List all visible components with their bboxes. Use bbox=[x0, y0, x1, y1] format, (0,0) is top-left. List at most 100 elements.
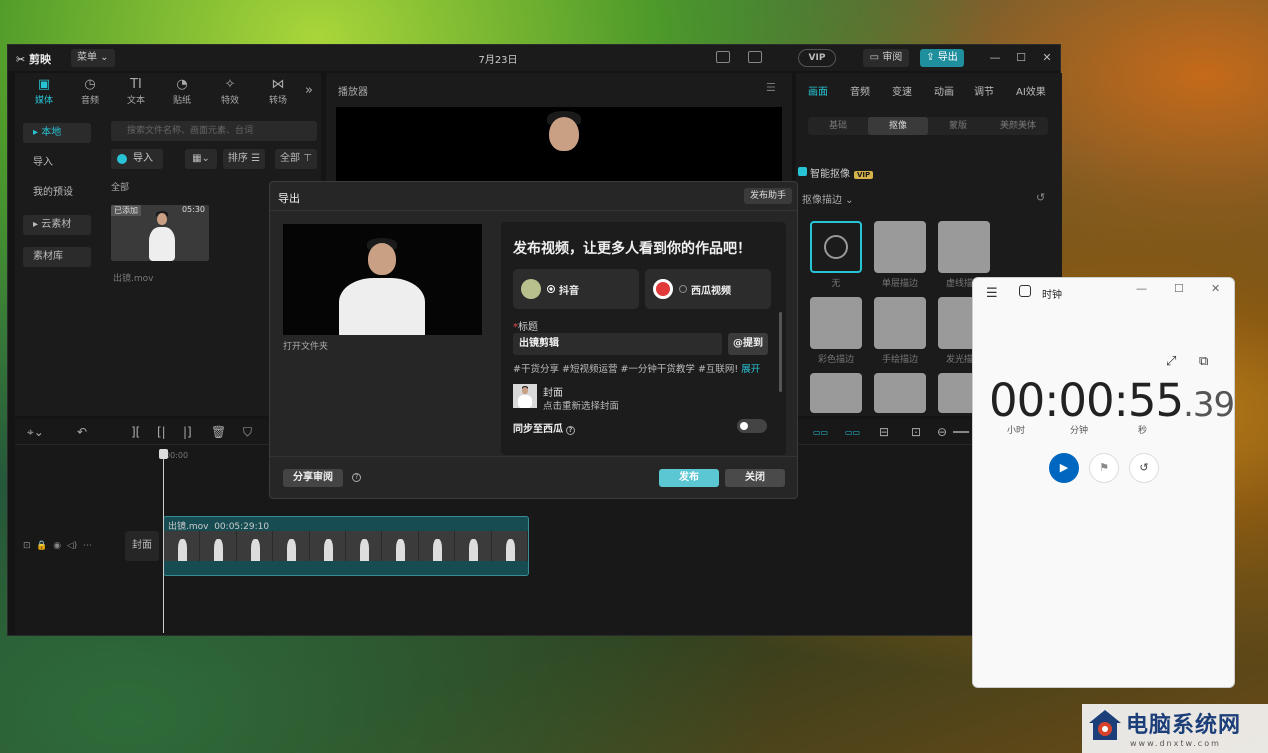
cutout-tile[interactable] bbox=[874, 373, 926, 413]
cutout-tile[interactable] bbox=[938, 221, 990, 273]
tab-picture[interactable]: 画面 bbox=[808, 83, 828, 98]
cover-thumbnail[interactable] bbox=[513, 384, 537, 408]
platform-xigua[interactable]: 西瓜视频 bbox=[645, 269, 771, 309]
zoom-out-icon[interactable]: ⊖ bbox=[937, 425, 947, 439]
side-item-import[interactable]: 导入 bbox=[23, 153, 91, 173]
sort-button[interactable]: 排序 ☰ bbox=[223, 149, 265, 169]
maximize-icon[interactable]: ☐ bbox=[1014, 51, 1028, 65]
help-icon[interactable]: ? bbox=[566, 426, 575, 435]
undo-icon[interactable]: ↶ bbox=[77, 425, 87, 439]
close-icon[interactable]: ✕ bbox=[1211, 282, 1220, 295]
title-label: *标题 bbox=[513, 322, 538, 333]
export-button[interactable]: ⇪ 导出 bbox=[920, 49, 964, 67]
more-tabs-icon[interactable]: » bbox=[305, 83, 313, 98]
side-item-presets[interactable]: 我的预设 bbox=[23, 183, 91, 203]
smart-cutout-checkbox[interactable]: 智能抠像 VIP bbox=[797, 165, 874, 180]
delete-icon[interactable]: 🗑 bbox=[211, 425, 226, 439]
maximize-icon[interactable]: ☐ bbox=[1174, 282, 1184, 295]
close-button[interactable]: 关闭 bbox=[725, 469, 785, 487]
cutout-tile[interactable] bbox=[810, 297, 862, 349]
lap-flag-button[interactable]: ⚑ bbox=[1089, 453, 1119, 483]
effect-icon: ✧ bbox=[224, 77, 236, 92]
tab-effect[interactable]: ✧ 特效 bbox=[207, 77, 253, 106]
expand-link[interactable]: 展开 bbox=[741, 364, 760, 375]
subtab-cutout[interactable]: 抠像 bbox=[868, 117, 928, 135]
mention-button[interactable]: @提到 bbox=[728, 333, 768, 355]
subtab-beauty[interactable]: 美颜美体 bbox=[988, 117, 1048, 135]
unit-hours: 小时 bbox=[1007, 426, 1026, 436]
publish-button[interactable]: 发布 bbox=[659, 469, 719, 487]
cover-reselect-link[interactable]: 点击重新选择封面 bbox=[543, 398, 619, 412]
open-folder-link[interactable]: 打开文件夹 bbox=[283, 339, 328, 352]
tab-transition[interactable]: ⋈ 转场 bbox=[255, 77, 301, 106]
share-help-icon[interactable]: ? bbox=[352, 473, 361, 482]
marker-icon[interactable]: ⛉ bbox=[243, 425, 252, 440]
vip-badge[interactable]: VIP bbox=[798, 49, 836, 67]
player-menu-icon[interactable]: ☰ bbox=[766, 81, 776, 94]
publish-heading: 发布视频，让更多人看到你的作品吧！ bbox=[513, 241, 751, 257]
ratio-icon[interactable] bbox=[748, 51, 762, 63]
split-icon[interactable]: ][ bbox=[131, 425, 140, 439]
review-button[interactable]: ▭ 审阅 bbox=[863, 49, 909, 67]
filter-button[interactable]: 全部 ⊤ bbox=[275, 149, 317, 169]
cutout-none-tile[interactable] bbox=[810, 221, 862, 273]
menu-button[interactable]: 菜单 ⌄ bbox=[71, 49, 115, 67]
xigua-radio[interactable] bbox=[679, 285, 687, 293]
publish-scrollbar[interactable] bbox=[779, 312, 782, 392]
cutout-tile[interactable] bbox=[874, 297, 926, 349]
share-review-button[interactable]: 分享审阅 bbox=[283, 469, 343, 487]
publish-helper-button[interactable]: 发布助手 bbox=[744, 188, 792, 204]
select-tool-icon[interactable]: ⌖⌄ bbox=[27, 425, 44, 440]
link-icon[interactable]: ▭▭ bbox=[813, 428, 828, 437]
subtab-mask[interactable]: 蒙版 bbox=[928, 117, 988, 135]
tab-media[interactable]: ▣ 媒体 bbox=[21, 77, 67, 106]
layout-icon[interactable] bbox=[716, 51, 730, 63]
hamburger-icon[interactable]: ☰ bbox=[986, 286, 998, 301]
cutout-tile[interactable] bbox=[810, 373, 862, 413]
view-mode-icon[interactable]: ▦⌄ bbox=[185, 149, 217, 169]
minimize-icon[interactable]: — bbox=[988, 51, 1002, 65]
play-button[interactable]: ▶ bbox=[1049, 453, 1079, 483]
tab-animation[interactable]: 动画 bbox=[934, 83, 954, 98]
subtab-basic[interactable]: 基础 bbox=[808, 117, 868, 135]
transition-icon: ⋈ bbox=[271, 77, 285, 92]
compact-overlay-icon[interactable]: ⧉ bbox=[1199, 354, 1208, 369]
sync-toggle[interactable] bbox=[737, 419, 767, 433]
video-clip[interactable]: 出镜.mov 00:05:29:10 bbox=[163, 516, 529, 576]
reset-button[interactable]: ↺ bbox=[1129, 453, 1159, 483]
title-input[interactable]: 出镜剪辑 bbox=[513, 333, 722, 355]
split-right-icon[interactable]: |] bbox=[183, 425, 192, 439]
tab-prop-audio[interactable]: 音频 bbox=[850, 83, 870, 98]
expand-icon[interactable]: ⤢ bbox=[1166, 354, 1176, 369]
align-icon[interactable]: ⊟ bbox=[879, 425, 889, 439]
reset-icon[interactable]: ↺ bbox=[1036, 191, 1045, 204]
cutout-tile[interactable] bbox=[874, 221, 926, 273]
media-search-input[interactable]: 搜索文件名称、画面元素、台词 bbox=[111, 121, 317, 141]
snap-icon[interactable]: ▭▭ bbox=[845, 428, 860, 437]
cover-button[interactable]: 封面 bbox=[125, 531, 159, 561]
clip-frames bbox=[164, 531, 528, 561]
tab-audio[interactable]: ◷ 音频 bbox=[67, 77, 113, 106]
playhead[interactable] bbox=[159, 449, 168, 633]
preview-axis-icon[interactable]: ⊡ bbox=[911, 425, 921, 439]
hashtags-text[interactable]: #干货分享 #短视频运营 #一分钟干货教学 #互联网! 展开 bbox=[513, 361, 760, 375]
tab-ai-effect[interactable]: AI效果 bbox=[1016, 83, 1046, 98]
platform-douyin[interactable]: 抖音 bbox=[513, 269, 639, 309]
tab-text[interactable]: TI 文本 bbox=[113, 77, 159, 106]
track-controls[interactable]: ⊡ 🔒 ◉ ◁) ⋯ bbox=[23, 541, 92, 551]
xigua-logo-icon bbox=[653, 279, 673, 299]
tab-sticker[interactable]: ◔ 贴纸 bbox=[159, 77, 205, 106]
tab-speed[interactable]: 变速 bbox=[892, 83, 912, 98]
sticker-icon: ◔ bbox=[176, 77, 188, 92]
split-left-icon[interactable]: [| bbox=[157, 425, 166, 439]
douyin-radio[interactable] bbox=[547, 285, 555, 293]
side-item-local[interactable]: ▸ 本地 bbox=[23, 123, 91, 143]
side-item-library[interactable]: 素材库 bbox=[23, 247, 91, 267]
media-thumbnail[interactable]: 已添加 05:30 bbox=[111, 205, 209, 261]
side-item-cloud[interactable]: ▸ 云素材 bbox=[23, 215, 91, 235]
zoom-slider[interactable] bbox=[953, 431, 969, 433]
minimize-icon[interactable]: — bbox=[1136, 282, 1147, 295]
tab-adjust[interactable]: 调节 bbox=[974, 83, 994, 98]
import-button[interactable]: 导入 bbox=[111, 149, 163, 169]
close-icon[interactable]: ✕ bbox=[1040, 51, 1054, 65]
